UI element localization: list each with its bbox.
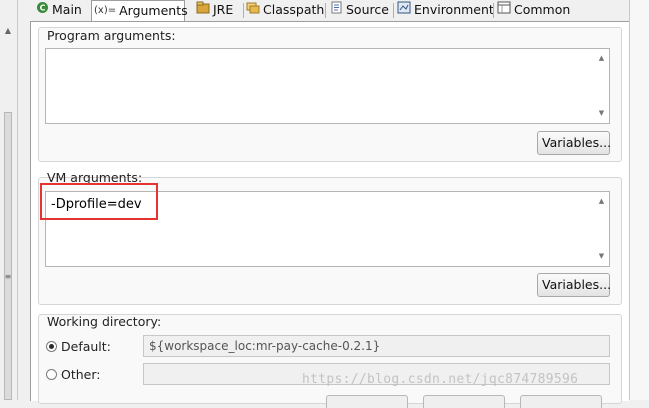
source-icon xyxy=(330,0,343,20)
default-directory-field: ${workspace_loc:mr-pay-cache-0.2.1} xyxy=(143,335,610,357)
main-icon: C xyxy=(36,0,49,20)
tab-main-label: Main xyxy=(52,2,82,17)
radio-unchecked-icon xyxy=(46,369,57,380)
scrollbar-thumb[interactable] xyxy=(4,112,12,400)
variables-button[interactable] xyxy=(520,395,602,408)
radio-checked-icon xyxy=(46,341,57,352)
tab-environment[interactable]: Environment xyxy=(397,0,494,21)
common-icon xyxy=(497,0,511,20)
tab-common[interactable]: Common xyxy=(497,0,573,21)
scroll-up-icon[interactable]: ▲ xyxy=(3,26,13,36)
tab-environment-label: Environment xyxy=(414,2,494,17)
left-scrollbar[interactable]: ▲ ≡ xyxy=(0,0,18,400)
tab-jre-label: JRE xyxy=(213,2,234,17)
jre-icon xyxy=(196,0,210,20)
grip-icon: ≡ xyxy=(4,272,12,281)
highlight-box xyxy=(40,183,158,220)
tab-classpath[interactable]: Classpath xyxy=(246,0,326,21)
scroll-up-icon[interactable]: ▲ xyxy=(597,55,606,62)
other-radio[interactable]: Other: xyxy=(46,367,100,382)
tab-source-label: Source xyxy=(346,2,389,17)
environment-icon xyxy=(397,0,411,20)
scroll-down-icon[interactable]: ▼ xyxy=(597,253,606,260)
workspace-button[interactable] xyxy=(326,395,408,408)
file-system-button[interactable] xyxy=(423,395,505,408)
vm-variables-button[interactable]: Variables... xyxy=(537,273,611,297)
program-arguments-label: Program arguments: xyxy=(47,28,176,43)
program-variables-button[interactable]: Variables... xyxy=(537,131,611,155)
right-panel-edge xyxy=(629,0,649,400)
tab-arguments[interactable]: (x)= Arguments xyxy=(91,0,188,22)
tab-main[interactable]: C Main xyxy=(36,0,93,21)
default-radio[interactable]: Default: xyxy=(46,339,111,354)
tab-arguments-label: Arguments xyxy=(119,3,188,18)
arguments-icon: (x)= xyxy=(94,4,117,16)
tab-common-label: Common xyxy=(514,2,571,17)
watermark: https://blog.csdn.net/jqc874789596 xyxy=(302,372,579,387)
other-radio-label: Other: xyxy=(61,367,101,382)
tab-classpath-label: Classpath xyxy=(263,2,325,17)
tab-source[interactable]: Source xyxy=(330,0,394,21)
working-directory-label: Working directory: xyxy=(47,314,162,329)
program-arguments-textarea[interactable]: ▲ ▼ xyxy=(45,48,610,124)
scroll-down-icon[interactable]: ▼ xyxy=(597,110,606,117)
svg-text:C: C xyxy=(40,3,46,12)
default-radio-label: Default: xyxy=(61,339,111,354)
classpath-icon xyxy=(246,0,260,20)
scroll-up-icon[interactable]: ▲ xyxy=(597,198,606,205)
tab-jre[interactable]: JRE xyxy=(196,0,244,21)
